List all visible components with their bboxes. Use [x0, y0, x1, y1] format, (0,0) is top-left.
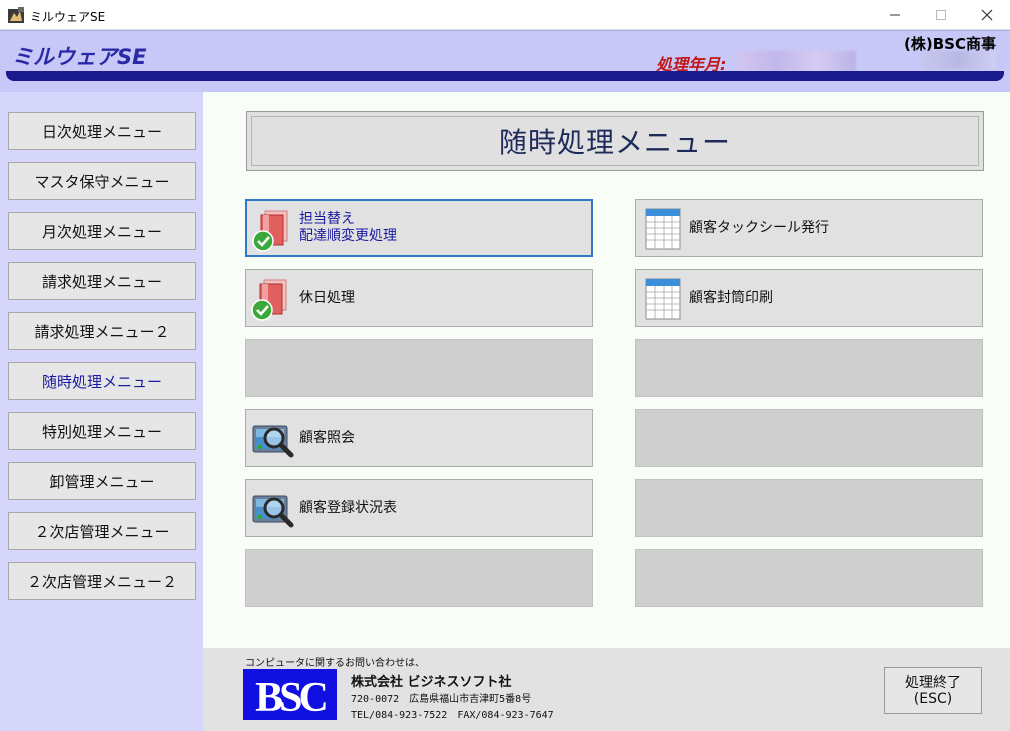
window-title: ミルウェアSE: [30, 10, 106, 24]
sidebar-item-secondary-store[interactable]: ２次店管理メニュー: [8, 512, 196, 550]
processing-period-value-redacted: [738, 51, 856, 71]
vendor-name: 株式会社 ビジネスソフト社: [351, 675, 512, 690]
menu-button-label: 顧客照会: [299, 410, 355, 466]
label-line-1: 休日処理: [299, 289, 355, 306]
app-header: ミルウェアSE 処理年月: (株)BSC商事: [0, 30, 1010, 92]
customer-envelope-print-button[interactable]: 顧客封筒印刷: [635, 269, 983, 327]
magnifier-screen-icon: [252, 495, 294, 528]
minimize-button[interactable]: [872, 0, 918, 30]
menu-button-label: 顧客登録状況表: [299, 480, 397, 536]
label-line-1: 顧客登録状況表: [299, 499, 397, 516]
contact-note: コンピュータに関するお問い合わせは、: [245, 658, 425, 669]
minimize-icon: [890, 14, 900, 16]
close-icon: [981, 9, 993, 21]
maximize-button[interactable]: [918, 0, 964, 30]
empty-menu-slot: [635, 479, 983, 537]
sidebar-item-billing[interactable]: 請求処理メニュー: [8, 262, 196, 300]
magnifier-screen-icon: [252, 425, 294, 458]
sidebar-item-wholesale[interactable]: 卸管理メニュー: [8, 462, 196, 500]
label-line-1: 担当替え: [299, 211, 355, 227]
exit-button-shortcut: (ESC): [913, 690, 953, 707]
reassign-delivery-order-button[interactable]: 担当替え 配達順変更処理: [245, 199, 593, 257]
bsc-logo-mark: BSC: [243, 669, 337, 721]
window-titlebar: ミルウェアSE: [0, 0, 1010, 30]
page-title-frame: 随時処理メニュー: [246, 111, 984, 171]
menu-button-label: 顧客封筒印刷: [689, 270, 773, 326]
holiday-processing-button[interactable]: 休日処理: [245, 269, 593, 327]
menu-button-label: 顧客タックシール発行: [689, 200, 829, 256]
bsc-logo-text: BSC: [255, 675, 326, 720]
document-check-icon: [252, 210, 288, 252]
app-brand: ミルウェアSE: [12, 45, 147, 69]
sidebar-item-monthly[interactable]: 月次処理メニュー: [8, 212, 196, 250]
empty-menu-slot: [635, 409, 983, 467]
user-info-redacted: [922, 51, 996, 69]
empty-menu-slot: [635, 339, 983, 397]
sidebar-item-master[interactable]: マスタ保守メニュー: [8, 162, 196, 200]
close-button[interactable]: [964, 0, 1010, 30]
sidebar-item-special[interactable]: 特別処理メニュー: [8, 412, 196, 450]
exit-button-label: 処理終了: [905, 674, 961, 691]
label-line-2: 配達順変更処理: [299, 228, 397, 244]
customer-registration-status-button[interactable]: 顧客登録状況表: [245, 479, 593, 537]
spreadsheet-icon: [645, 278, 681, 320]
sidebar-item-daily[interactable]: 日次処理メニュー: [8, 112, 196, 150]
vendor-phone-fax: TEL/084-923-7522 FAX/084-923-7647: [351, 710, 554, 721]
bsc-logo: BSC: [243, 669, 337, 721]
main-panel: 随時処理メニュー 担当替え 配達順変更処理 休日処理 顧客照会 顧客登録状況表 …: [203, 92, 1010, 648]
page-title: 随時処理メニュー: [251, 116, 979, 166]
sidebar-item-adhoc[interactable]: 随時処理メニュー: [8, 362, 196, 400]
document-check-icon: [251, 279, 287, 321]
empty-menu-slot: [635, 549, 983, 607]
menu-button-label: 休日処理: [299, 270, 355, 326]
menu-button-label: 担当替え 配達順変更処理: [299, 201, 397, 255]
footer: コンピュータに関するお問い合わせは、 BSC 株式会社 ビジネスソフト社 720…: [203, 648, 1010, 731]
exit-button[interactable]: 処理終了 (ESC): [884, 667, 982, 714]
label-line-1: 顧客タックシール発行: [689, 219, 829, 236]
spreadsheet-icon: [645, 208, 681, 250]
label-line-1: 顧客照会: [299, 429, 355, 446]
label-line-1: 顧客封筒印刷: [689, 289, 773, 306]
customer-inquiry-button[interactable]: 顧客照会: [245, 409, 593, 467]
vendor-address: 720-0072 広島県福山市吉津町5番8号: [351, 694, 532, 705]
customer-label-print-button[interactable]: 顧客タックシール発行: [635, 199, 983, 257]
sidebar-item-billing-2[interactable]: 請求処理メニュー２: [8, 312, 196, 350]
sidebar-item-secondary-store-2[interactable]: ２次店管理メニュー２: [8, 562, 196, 600]
app-icon: [8, 7, 24, 23]
sidebar: 日次処理メニュー マスタ保守メニュー 月次処理メニュー 請求処理メニュー 請求処…: [0, 92, 203, 731]
header-stripe: [6, 71, 1004, 81]
empty-menu-slot: [245, 549, 593, 607]
maximize-icon: [936, 10, 946, 20]
empty-menu-slot: [245, 339, 593, 397]
